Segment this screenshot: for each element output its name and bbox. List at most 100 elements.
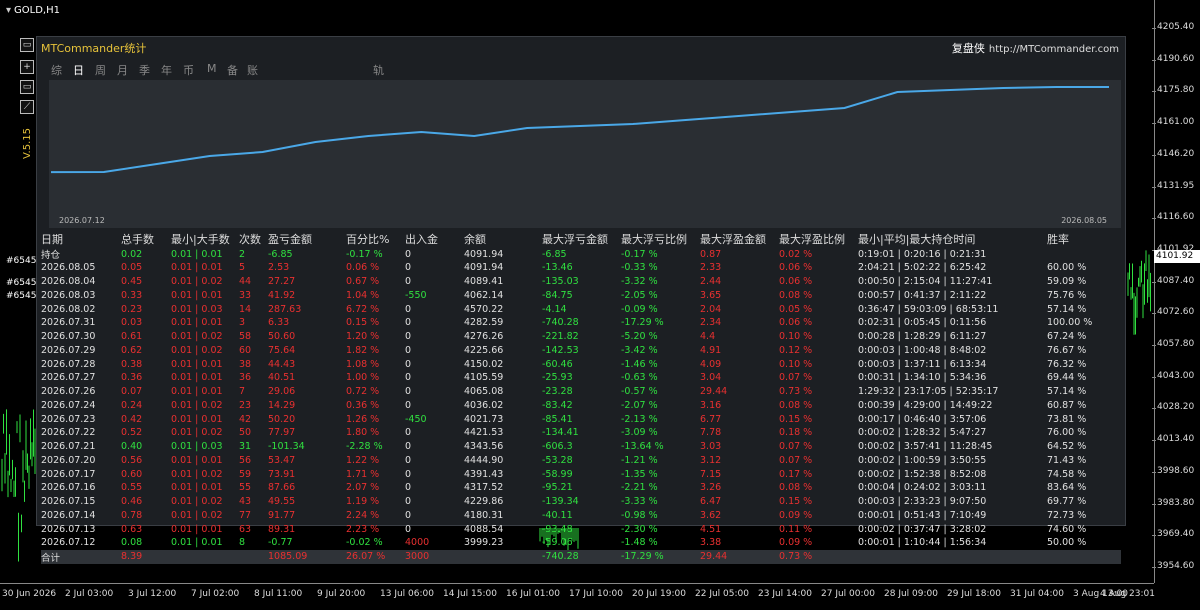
- cell-win: 67.24 %: [1047, 331, 1087, 343]
- cell-balance: 4317.52: [464, 482, 504, 494]
- cell-flow: 0: [405, 372, 412, 384]
- cell-mfpp: 0.02 %: [779, 248, 813, 260]
- cell-balance: 4021.73: [464, 413, 504, 425]
- time-tick-label: 13 Jul 06:00: [380, 589, 434, 599]
- tab-4[interactable]: 季: [139, 62, 150, 78]
- price-tick-label: 4057.80: [1151, 339, 1195, 349]
- cell-pnl: -0.77: [268, 537, 293, 549]
- table-row[interactable]: 2026.07.17 0.60 0.01 | 0.02 59 73.91 1.71 % 0 4…: [41, 467, 1121, 481]
- tab-8[interactable]: 备: [227, 62, 238, 78]
- table-row[interactable]: 2026.07.29 0.62 0.01 | 0.02 60 75.64 1.82 % 0 4…: [41, 344, 1121, 358]
- cell-pnl: 73.91: [268, 468, 296, 480]
- cell-mfl: -95.21: [542, 482, 573, 494]
- cell-mfpp: 0.06 %: [779, 317, 813, 329]
- equity-start-date: 2026.07.12: [59, 216, 105, 225]
- column-header[interactable]: 盈亏金额: [268, 231, 346, 247]
- tab-6[interactable]: 币: [183, 62, 194, 78]
- table-row[interactable]: 2026.07.15 0.46 0.01 | 0.02 43 49.55 1.19 % 0 4…: [41, 495, 1121, 509]
- cell-count: 3: [239, 317, 246, 329]
- column-header[interactable]: 余额: [464, 231, 542, 247]
- table-row[interactable]: 2026.07.13 0.63 0.01 | 0.01 63 89.31 2.23 % 0 4…: [41, 522, 1121, 536]
- cell-minmax: 0.01 | 0.01: [171, 372, 223, 384]
- column-header[interactable]: 次数: [239, 231, 268, 247]
- tab-3[interactable]: 月: [117, 62, 128, 78]
- tab-7[interactable]: M: [207, 62, 217, 75]
- cell-lots: 0.46: [121, 496, 143, 508]
- cell-date: 2026.07.16: [41, 482, 96, 494]
- cell-hold: 0:00:28 | 1:28:29 | 6:11:27: [858, 331, 987, 343]
- tab-2[interactable]: 周: [95, 62, 106, 78]
- cell-minmax: 0.01 | 0.03: [171, 303, 223, 315]
- cell-pct: 2.23 %: [346, 523, 380, 535]
- cell-balance: 3999.23: [464, 537, 504, 549]
- table-row[interactable]: 2026.07.30 0.61 0.01 | 0.02 58 50.60 1.20 % 0 4…: [41, 330, 1121, 344]
- column-header[interactable]: 最大浮亏比例: [621, 231, 700, 247]
- panel-brand[interactable]: 复盘侠 http://MTCommander.com: [952, 40, 1119, 56]
- cell-mflp: -0.63 %: [621, 372, 658, 384]
- cell-date: 2026.07.24: [41, 399, 96, 411]
- table-row[interactable]: 2026.08.05 0.05 0.01 | 0.01 5 2.53 0.06 % 0 409…: [41, 261, 1121, 275]
- table-row[interactable]: 2026.08.02 0.23 0.01 | 0.03 14 287.63 6.72 % 0…: [41, 302, 1121, 316]
- cell-pct: 0.15 %: [346, 317, 380, 329]
- cell-balance: 4391.43: [464, 468, 504, 480]
- column-header[interactable]: 最大浮盈比例: [779, 231, 858, 247]
- tab-5[interactable]: 年: [161, 62, 172, 78]
- panel-header[interactable]: MTCommander统计 复盘侠 http://MTCommander.com: [37, 37, 1125, 59]
- brand-url[interactable]: http://MTCommander.com: [989, 44, 1119, 55]
- cell-mfpp: 0.15 %: [779, 496, 813, 508]
- tab-1[interactable]: 日: [73, 62, 84, 78]
- table-row[interactable]: 持仓 0.02 0.01 | 0.01 2 -6.85 -0.17 % 0 4091.94 -6…: [41, 247, 1121, 262]
- column-header[interactable]: 胜率: [1047, 231, 1121, 247]
- table-row[interactable]: 2026.07.14 0.78 0.01 | 0.02 77 91.77 2.24 % 0 4…: [41, 509, 1121, 523]
- table-row[interactable]: 2026.07.21 0.40 0.01 | 0.03 31 -101.34 -2.28 …: [41, 440, 1121, 454]
- column-header[interactable]: 百分比%: [346, 231, 405, 247]
- cell-mfl: -59.06: [542, 537, 573, 549]
- cell-mfp: 0.87: [700, 248, 722, 260]
- cell-mfl: -84.75: [542, 289, 573, 301]
- cell-mfp: 3.04: [700, 372, 722, 384]
- table-row[interactable]: 2026.07.24 0.24 0.01 | 0.02 23 14.29 0.36 % 0 4…: [41, 399, 1121, 413]
- price-tick-label: 4161.00: [1151, 117, 1195, 128]
- tab-0[interactable]: 综: [51, 62, 62, 78]
- cell-mfl: -6.85: [542, 248, 567, 260]
- column-header[interactable]: 最小|大手数: [171, 231, 239, 247]
- column-header[interactable]: 日期: [41, 231, 121, 247]
- table-row[interactable]: 2026.07.26 0.07 0.01 | 0.01 7 29.06 0.72 % 0 40…: [41, 385, 1121, 399]
- cell-mfpp: 0.17 %: [779, 468, 813, 480]
- cell-count: 8: [239, 537, 246, 549]
- cell-mflp: -3.09 %: [621, 427, 658, 439]
- cell-date: 2026.08.04: [41, 276, 96, 288]
- cell-pnl: 14.29: [268, 399, 296, 411]
- cell-pnl: -6.85: [268, 248, 293, 260]
- table-row[interactable]: 2026.07.27 0.36 0.01 | 0.01 36 40.51 1.00 % 0 4…: [41, 371, 1121, 385]
- cell-pct: 1.20 %: [346, 331, 380, 343]
- column-header[interactable]: 最小|平均|最大持仓时间: [858, 231, 1047, 247]
- cell-count: [239, 549, 268, 564]
- table-row[interactable]: 2026.07.31 0.03 0.01 | 0.01 3 6.33 0.15 % 0 428…: [41, 316, 1121, 330]
- column-header[interactable]: 总手数: [121, 231, 171, 247]
- cell-hold: 2:04:21 | 5:02:22 | 6:25:42: [858, 262, 987, 274]
- cell-flow: 0: [405, 358, 412, 370]
- table-row[interactable]: 2026.07.22 0.52 0.01 | 0.02 50 77.97 1.80 % 0 4…: [41, 426, 1121, 440]
- cell-pct: 2.24 %: [346, 509, 380, 521]
- cell-count: 77: [239, 509, 252, 521]
- cell-mfl: -606.3: [542, 441, 573, 453]
- cell-mfp: 6.47: [700, 496, 722, 508]
- time-tick-label: 7 Jul 02:00: [191, 589, 240, 599]
- table-row[interactable]: 2026.07.20 0.56 0.01 | 0.01 56 53.47 1.22 % 0 4…: [41, 454, 1121, 468]
- total-row[interactable]: 合计 8.39 1085.09 26.07 % 3000 -740.28 -17.29 % 2…: [41, 549, 1121, 564]
- table-row[interactable]: 2026.08.04 0.45 0.01 | 0.02 44 27.27 0.67 % 0 4…: [41, 275, 1121, 289]
- cell-date: 合计: [41, 549, 121, 564]
- cell-pnl: 53.47: [268, 454, 296, 466]
- cell-mflp: -0.33 %: [621, 262, 658, 274]
- table-row[interactable]: 2026.08.03 0.33 0.01 | 0.01 33 41.92 1.04 % -5…: [41, 289, 1121, 303]
- column-header[interactable]: 最大浮亏金额: [542, 231, 621, 247]
- table-row[interactable]: 2026.07.28 0.38 0.01 | 0.01 38 44.43 1.08 % 0 4…: [41, 357, 1121, 371]
- cell-flow: 0: [405, 344, 412, 356]
- table-row[interactable]: 2026.07.12 0.08 0.01 | 0.01 8 -0.77 -0.02 % 40…: [41, 536, 1121, 550]
- price-tick-label: 4087.40: [1151, 275, 1195, 286]
- column-header[interactable]: 出入金: [405, 231, 464, 247]
- table-row[interactable]: 2026.07.23 0.42 0.01 | 0.01 42 50.20 1.26 % -4…: [41, 412, 1121, 426]
- table-row[interactable]: 2026.07.16 0.55 0.01 | 0.01 55 87.66 2.07 % 0 4…: [41, 481, 1121, 495]
- column-header[interactable]: 最大浮盈金额: [700, 231, 779, 247]
